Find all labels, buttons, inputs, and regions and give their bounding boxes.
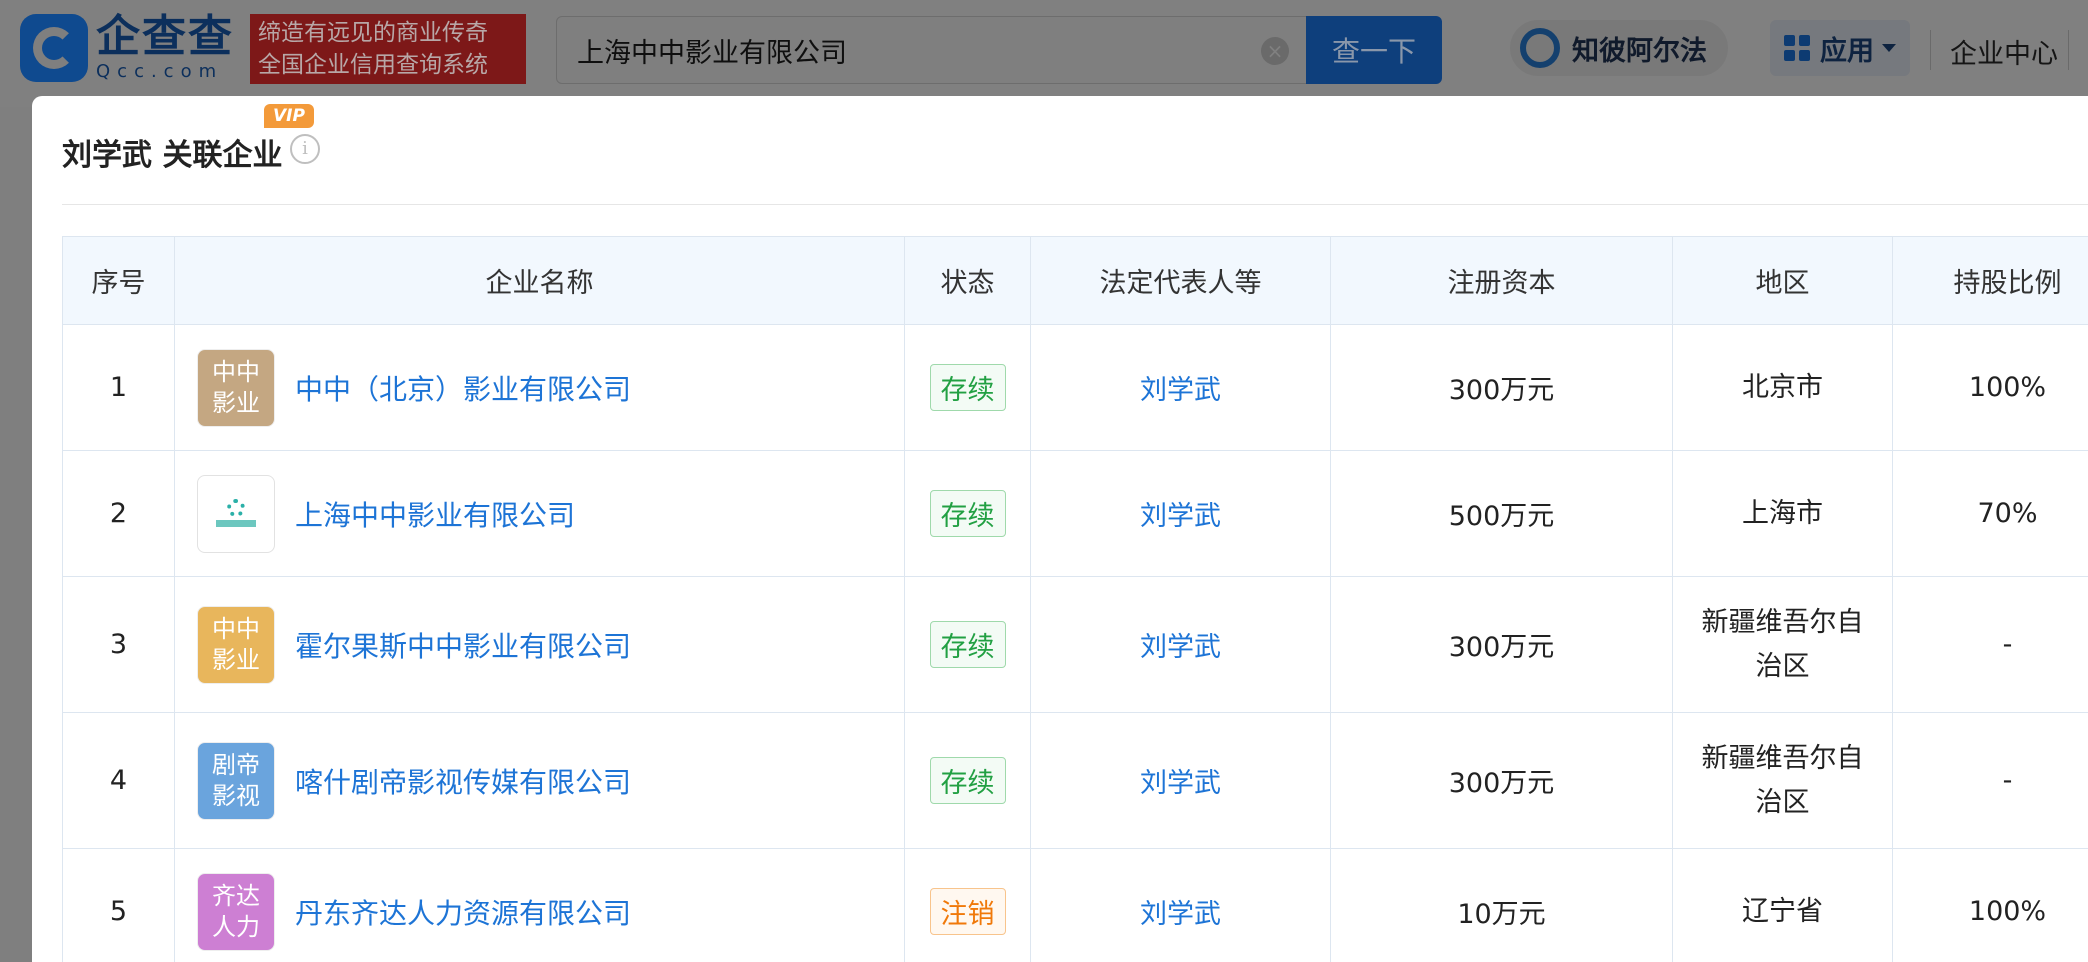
table-row: 4 剧帝 影视 喀什剧帝影视传媒有限公司 存续 刘学武 300万元 新疆维吾尔自治…: [62, 712, 2088, 849]
col-header-share: 持股比例: [1892, 236, 2088, 325]
region: 新疆维吾尔自: [1701, 606, 1864, 638]
legal-rep-link[interactable]: 刘学武: [1140, 632, 1221, 663]
enterprise-center-link[interactable]: 企业中心: [1950, 32, 2058, 71]
legal-rep-link[interactable]: 刘学武: [1140, 501, 1221, 532]
company-name-link[interactable]: 喀什剧帝影视传媒有限公司: [295, 761, 631, 801]
legal-rep-link[interactable]: 刘学武: [1140, 899, 1221, 930]
apps-menu-button[interactable]: 应用: [1770, 20, 1910, 76]
zhibo-label: 知彼阿尔法: [1572, 35, 1707, 67]
row-index: 3: [62, 576, 175, 713]
table-row: 3 中中 影业 霍尔果斯中中影业有限公司 存续 刘学武 300万元 新疆维吾尔自治…: [62, 576, 2088, 713]
row-index: 1: [62, 324, 175, 451]
qcc-logo[interactable]: 企查查 Qcc.com: [20, 14, 234, 82]
registered-capital: 300万元: [1330, 712, 1673, 849]
company-name-link[interactable]: 霍尔果斯中中影业有限公司: [295, 625, 631, 665]
share-ratio: 100%: [1892, 324, 2088, 451]
row-index: 2: [62, 450, 175, 577]
apps-label: 应用: [1820, 35, 1874, 67]
slogan-banner: 缔造有远见的商业传奇 全国企业信用查询系统: [250, 14, 526, 84]
row-index: 5: [62, 848, 175, 962]
col-header-capital: 注册资本: [1330, 236, 1673, 325]
col-header-company: 企业名称: [174, 236, 905, 325]
search-button[interactable]: 查一下: [1306, 16, 1442, 84]
info-icon[interactable]: i: [290, 134, 320, 164]
registered-capital: 500万元: [1330, 450, 1673, 577]
related-companies-table: 序号 企业名称 状态 法定代表人等 注册资本 地区 持股比例 1 中中 影业 中中…: [62, 236, 2088, 962]
header-divider: [2068, 30, 2069, 70]
col-header-legal-rep: 法定代表人等: [1030, 236, 1331, 325]
qcc-logo-icon: [20, 14, 88, 82]
col-header-index: 序号: [62, 236, 175, 325]
status-badge: 注销: [929, 888, 1006, 935]
col-header-status: 状态: [904, 236, 1031, 325]
company-name-link[interactable]: 上海中中影业有限公司: [295, 494, 575, 534]
company-logo-avatar[interactable]: [197, 474, 275, 553]
modal-title: 刘学武 关联企业: [62, 138, 283, 173]
search-input[interactable]: [577, 17, 1257, 83]
company-name-link[interactable]: 中中（北京）影业有限公司: [295, 368, 631, 408]
clear-search-icon[interactable]: ×: [1261, 37, 1289, 65]
related-companies-modal: 刘学武 关联企业 VIP i 序号 企业名称 状态 法定代表人等 注册资本 地区…: [32, 96, 2088, 962]
share-ratio: -: [1892, 576, 2088, 713]
top-header: 企查查 Qcc.com 缔造有远见的商业传奇 全国企业信用查询系统 × 查一下 …: [0, 0, 2088, 107]
share-ratio: 100%: [1892, 848, 2088, 962]
company-logo-avatar[interactable]: 中中 影业: [197, 348, 275, 427]
logo-text-en: Qcc.com: [96, 61, 224, 82]
legal-rep-link[interactable]: 刘学武: [1140, 375, 1221, 406]
logo-text-cn: 企查查: [96, 11, 234, 62]
region: 新疆维吾尔自: [1701, 742, 1864, 774]
slogan-line-2: 全国企业信用查询系统: [258, 52, 488, 78]
region: 上海市: [1742, 497, 1823, 529]
company-name-link[interactable]: 丹东齐达人力资源有限公司: [295, 892, 631, 932]
region: 辽宁省: [1742, 895, 1823, 927]
share-ratio: -: [1892, 712, 2088, 849]
status-badge: 存续: [929, 757, 1006, 804]
table-row: 5 齐达 人力 丹东齐达人力资源有限公司 注销 刘学武 10万元 辽宁省 100%: [62, 848, 2088, 962]
legal-rep-link[interactable]: 刘学武: [1140, 768, 1221, 799]
registered-capital: 300万元: [1330, 324, 1673, 451]
row-index: 4: [62, 712, 175, 849]
table-row: 2 上海中中影业有限公司 存续 刘学武 500万元 上海市 70%: [62, 450, 2088, 577]
table-row: 1 中中 影业 中中（北京）影业有限公司 存续 刘学武 300万元 北京市 100…: [62, 324, 2088, 451]
company-logo-icon: [212, 498, 260, 529]
zhibo-logo-icon: [1520, 28, 1560, 68]
status-badge: 存续: [929, 364, 1006, 411]
apps-grid-icon: [1784, 35, 1810, 61]
share-ratio: 70%: [1892, 450, 2088, 577]
company-logo-avatar[interactable]: 中中 影业: [197, 605, 275, 684]
registered-capital: 300万元: [1330, 576, 1673, 713]
registered-capital: 10万元: [1330, 848, 1673, 962]
chevron-down-icon: [1882, 44, 1896, 52]
search-box: ×: [556, 16, 1308, 84]
title-divider: [62, 204, 2088, 205]
region: 北京市: [1742, 371, 1823, 403]
zhibo-alpha-button[interactable]: 知彼阿尔法: [1510, 20, 1728, 76]
slogan-line-1: 缔造有远见的商业传奇: [258, 20, 488, 46]
company-logo-avatar[interactable]: 剧帝 影视: [197, 741, 275, 820]
status-badge: 存续: [929, 621, 1006, 668]
company-logo-avatar[interactable]: 齐达 人力: [197, 872, 275, 951]
header-divider: [1930, 30, 1931, 70]
status-badge: 存续: [929, 490, 1006, 537]
col-header-region: 地区: [1672, 236, 1893, 325]
table-header-row: 序号 企业名称 状态 法定代表人等 注册资本 地区 持股比例: [62, 236, 2088, 325]
vip-badge: VIP: [264, 104, 314, 128]
